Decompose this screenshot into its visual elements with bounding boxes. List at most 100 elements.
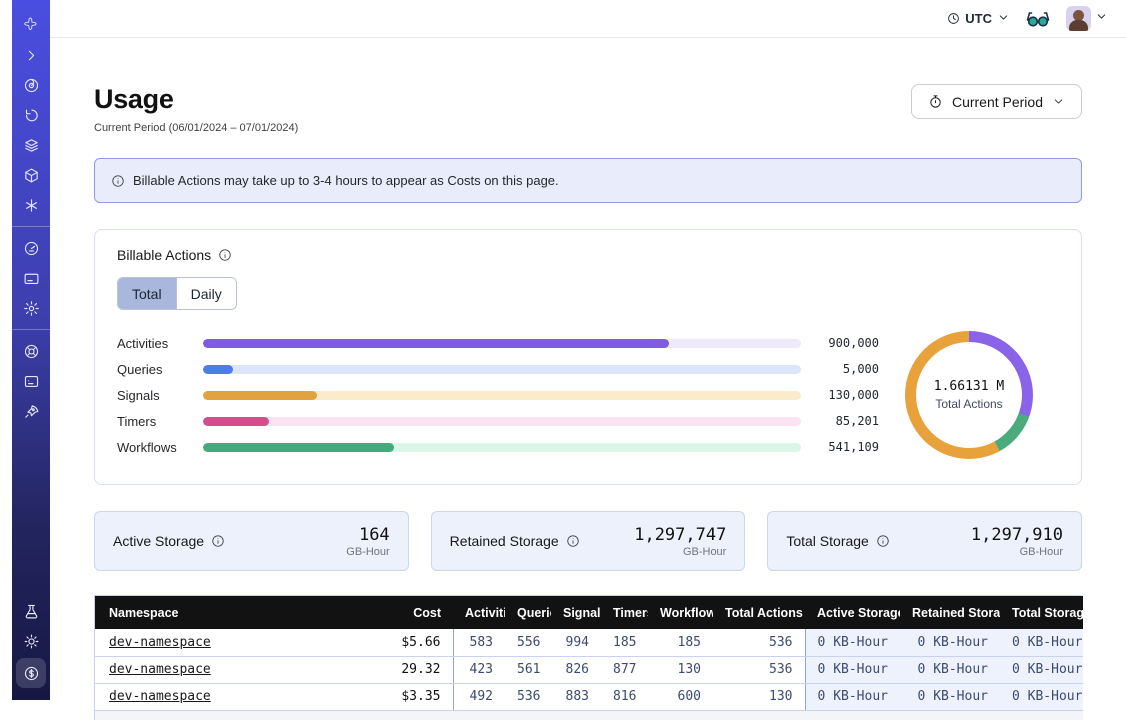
history-icon[interactable] [18,102,44,128]
namespace-link[interactable]: dev-namespace [109,662,211,677]
info-icon[interactable] [876,534,890,548]
active-storage-card: Active Storage 164 GB-Hour [94,511,409,571]
billable-actions-card: Billable Actions Total Daily Activities … [94,229,1082,485]
bar-value: 5,000 [815,362,879,376]
period-selector-button[interactable]: Current Period [911,84,1082,119]
bar-fill [203,417,269,426]
storage-card-value: 164 [346,525,389,545]
col-total-actions: Total Actions [713,596,805,629]
storage-card-unit: GB-Hour [971,546,1063,558]
bar-label: Signals [117,388,203,403]
temporal-logo[interactable] [18,12,44,38]
queries-cell: 561 [505,656,551,683]
tab-total[interactable]: Total [118,278,176,309]
col-namespace: Namespace [95,596,335,629]
signals-cell: 826 [551,656,601,683]
storage-summary-row: Active Storage 164 GB-Hour Retained Stor… [94,511,1082,571]
timers-cell: 877 [601,656,648,683]
total-storage-cell: 0 KB-Hour [1000,683,1083,710]
total-actions-cell: 536 [713,629,805,656]
info-icon[interactable] [566,534,580,548]
period-button-label: Current Period [952,94,1043,110]
theme-sun-icon[interactable] [18,628,44,654]
cube-icon[interactable] [18,162,44,188]
col-retained-storage: Retained Storage [900,596,1000,629]
table-header-row: Namespace Cost Activities Queries Signal… [95,596,1083,629]
storage-card-label: Active Storage [113,533,204,549]
sidebar [12,0,50,700]
namespace-usage-table: Namespace Cost Activities Queries Signal… [94,595,1082,720]
bar-row-timers: Timers 85,201 [117,408,879,434]
retained-storage-card: Retained Storage 1,297,747 GB-Hour [431,511,746,571]
table-row: dev-namespace $5.66 583 556 994 185 185 … [95,629,1083,656]
info-icon[interactable] [211,534,225,548]
usage-gauge-icon[interactable] [18,235,44,261]
workflows-cell: 600 [648,683,713,710]
namespace-link[interactable]: dev-namespace [109,635,211,650]
activities-cell: 583 [453,629,505,656]
storage-card-label: Total Storage [786,533,869,549]
total-storage-cell: 0 KB-Hour [1000,656,1083,683]
cost-cell: 29.32 [335,656,453,683]
namespace-link[interactable]: dev-namespace [109,689,211,704]
activities-cell: 492 [453,683,505,710]
namespaces-eye-icon[interactable] [18,72,44,98]
layers-icon[interactable] [18,132,44,158]
activities-cell: 423 [453,656,505,683]
storage-card-value: 1,297,747 [634,525,726,545]
retained-storage-cell: 0 KB-Hour [900,683,1000,710]
storage-card-label: Retained Storage [450,533,559,549]
total-storage-cell: 0 KB-Hour [1000,629,1083,656]
info-banner-text: Billable Actions may take up to 3-4 hour… [133,173,559,188]
info-icon[interactable] [218,248,232,262]
bar-label: Workflows [117,440,203,455]
bar-fill [203,391,317,400]
total-actions-donut: 1.66131 M Total Actions [905,331,1033,459]
bar-row-activities: Activities 900,000 [117,330,879,356]
page-title: Usage [94,84,298,115]
timezone-selector[interactable]: UTC [947,11,1010,27]
cost-cell: $3.35 [335,683,453,710]
info-banner: Billable Actions may take up to 3-4 hour… [94,158,1082,203]
support-lifebuoy-icon[interactable] [18,338,44,364]
bar-track [203,417,801,426]
tab-daily[interactable]: Daily [176,278,236,309]
bar-label: Queries [117,362,203,377]
bar-value: 130,000 [815,388,879,402]
bar-label: Timers [117,414,203,429]
billing-card-icon[interactable] [18,265,44,291]
bar-track [203,365,801,374]
getting-started-rocket-icon[interactable] [18,398,44,424]
chevron-right-icon[interactable] [18,42,44,68]
settings-gear-icon[interactable] [18,295,44,321]
main-content: Usage Current Period (06/01/2024 – 07/01… [50,38,1126,700]
table-row: dev-namespace $3.35 492 536 883 816 600 … [95,683,1083,710]
labs-flask-icon[interactable] [18,598,44,624]
pricing-coin-icon[interactable] [16,658,46,688]
signals-cell: 994 [551,629,601,656]
user-menu[interactable] [1066,6,1108,31]
timers-cell: 185 [601,629,648,656]
col-signals: Signals [551,596,601,629]
bar-fill [203,339,669,348]
stopwatch-icon [928,94,943,109]
bar-track [203,339,801,348]
workflows-cell: 130 [648,656,713,683]
glasses-icon[interactable] [1026,10,1050,28]
timezone-label: UTC [965,11,992,26]
feedback-screen-icon[interactable] [18,368,44,394]
table-row-partial [95,710,1083,720]
bar-value: 541,109 [815,440,879,454]
bar-fill [203,443,394,452]
nexus-asterisk-icon[interactable] [18,192,44,218]
chart-mode-tabs: Total Daily [117,277,237,310]
retained-storage-cell: 0 KB-Hour [900,629,1000,656]
queries-cell: 536 [505,683,551,710]
col-timers: Timers [601,596,648,629]
total-actions-label: Total Actions [935,397,1002,411]
chevron-down-icon [997,11,1010,27]
active-storage-cell: 0 KB-Hour [805,656,900,683]
billable-actions-title: Billable Actions [117,247,211,263]
table-row: dev-namespace 29.32 423 561 826 877 130 … [95,656,1083,683]
storage-card-unit: GB-Hour [634,546,726,558]
